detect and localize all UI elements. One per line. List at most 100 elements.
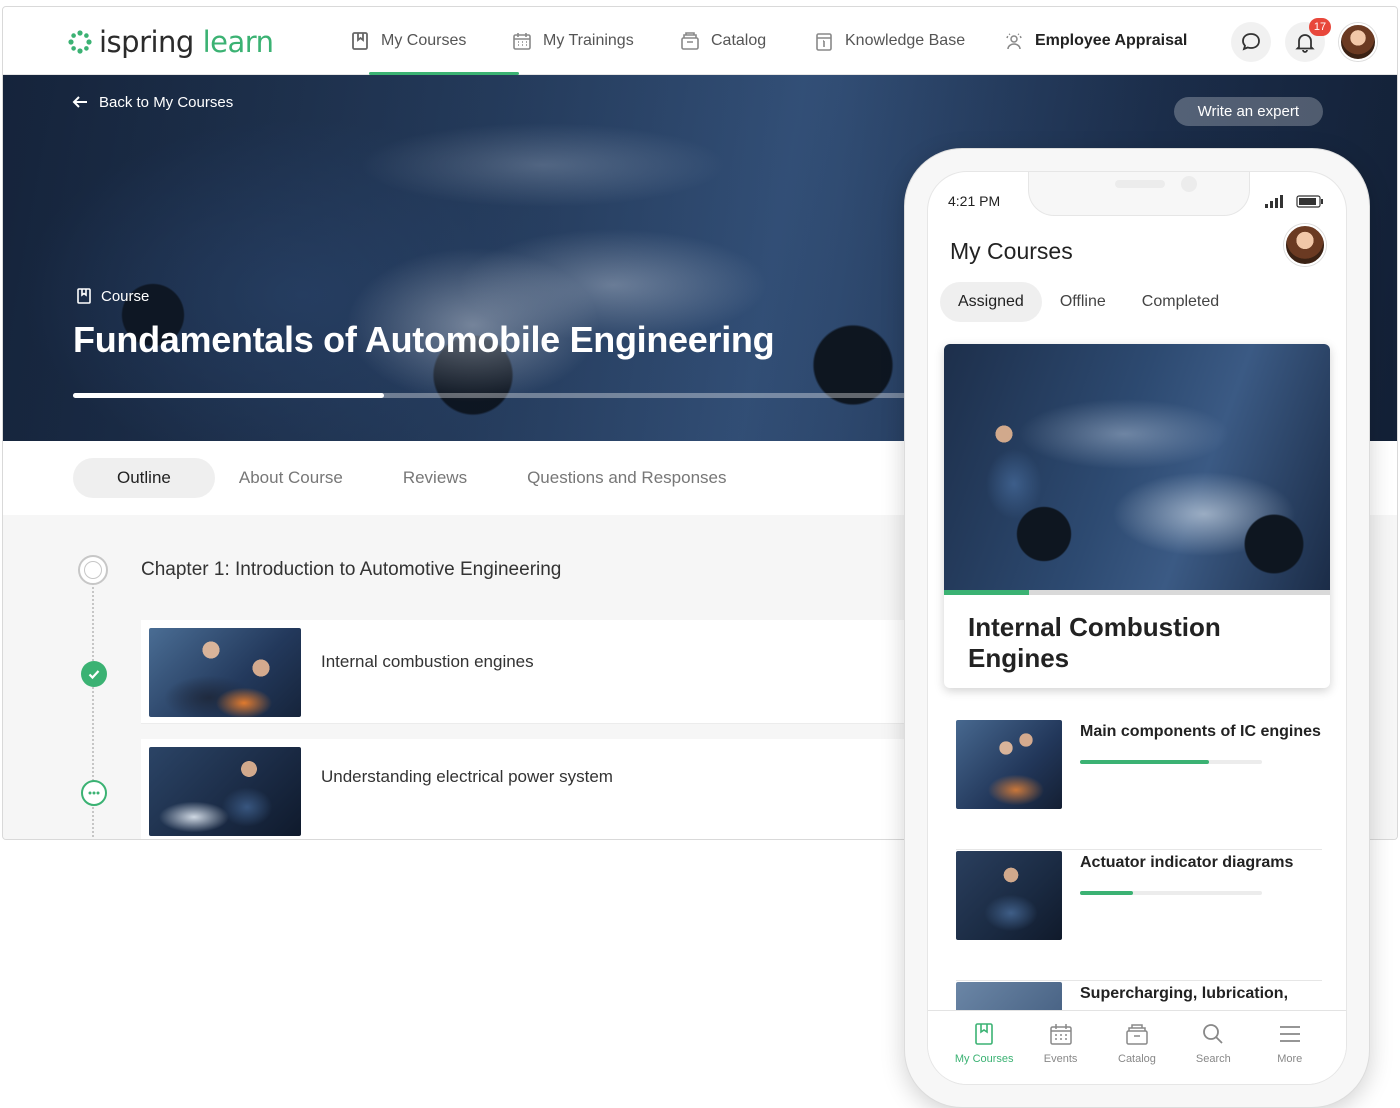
phone-page-title: My Courses	[950, 238, 1073, 264]
nav-label: My Courses	[381, 32, 467, 49]
bottom-nav-label: Search	[1195, 1053, 1231, 1065]
search-icon	[1203, 1024, 1223, 1044]
bottom-nav-events[interactable]: Events	[1026, 1011, 1096, 1084]
book-icon	[77, 288, 91, 304]
phone-notch	[1028, 172, 1250, 216]
signal-icon	[1265, 195, 1283, 208]
lesson-title: Understanding electrical power system	[321, 767, 613, 786]
tab-outline[interactable]: Outline	[73, 458, 215, 498]
back-link-label: Back to My Courses	[99, 93, 234, 111]
nav-my-courses[interactable]: My Courses	[349, 7, 519, 75]
nav-label: Employee Appraisal	[1035, 32, 1188, 49]
status-bar-time: 4:21 PM	[948, 193, 1001, 209]
bottom-nav-label: More	[1277, 1053, 1303, 1065]
bottom-nav-my-courses[interactable]: My Courses	[949, 1011, 1019, 1084]
chat-bubble-icon	[1242, 33, 1260, 51]
course-progress-bar	[73, 393, 913, 398]
nav-catalog[interactable]: Catalog	[679, 7, 813, 75]
catalog-icon	[681, 32, 699, 50]
notifications-button[interactable]: 17	[1285, 18, 1331, 62]
phone-tab-assigned[interactable]: Assigned	[940, 282, 1042, 322]
chapter-title: Chapter 1: Introduction to Automotive En…	[141, 559, 562, 580]
mobile-phone-mockup: 4:21 PM My Courses Assigned Offline Comp…	[904, 148, 1370, 1108]
menu-icon	[1279, 1026, 1300, 1042]
lesson-thumbnail	[149, 747, 301, 836]
list-item-thumbnail	[956, 720, 1062, 809]
featured-progress-fill	[944, 590, 1029, 595]
list-item-progress-bar	[1080, 891, 1262, 895]
main-nav: My Courses My Trainings Catalog Knowledg…	[349, 7, 1203, 75]
logo-text: ispring learn	[99, 25, 274, 59]
nav-employee-appraisal[interactable]: Employee Appraisal	[1003, 7, 1203, 75]
list-item-progress-bar	[1080, 760, 1262, 764]
appraisal-icon	[1006, 33, 1022, 50]
lesson-title: Internal combustion engines	[321, 652, 534, 671]
list-item-thumbnail	[956, 851, 1062, 940]
book-icon	[352, 32, 368, 50]
featured-progress-bar	[944, 590, 1330, 595]
calendar-icon	[513, 33, 531, 50]
status-bar-icons	[1264, 194, 1324, 208]
chapter-status-ring	[78, 555, 108, 585]
phone-screen: 4:21 PM My Courses Assigned Offline Comp…	[927, 171, 1347, 1085]
tab-questions-and-responses[interactable]: Questions and Responses	[503, 458, 750, 498]
featured-course-image	[944, 344, 1330, 590]
completed-check-icon	[81, 661, 107, 687]
nav-label: Catalog	[711, 32, 767, 49]
list-item[interactable]: Actuator indicator diagrams	[956, 851, 1322, 981]
bottom-nav-catalog[interactable]: Catalog	[1102, 1011, 1172, 1084]
write-an-expert-button[interactable]: Write an expert	[1173, 97, 1323, 126]
chat-button[interactable]	[1231, 22, 1271, 62]
nav-my-trainings[interactable]: My Trainings	[511, 7, 679, 75]
bottom-nav-label: Catalog	[1118, 1053, 1156, 1065]
arrow-left-icon	[72, 96, 87, 108]
featured-course-card[interactable]: Internal Combustion Engines	[944, 344, 1330, 688]
camera	[1181, 176, 1197, 192]
tab-reviews[interactable]: Reviews	[367, 458, 503, 498]
nav-label: Knowledge Base	[845, 32, 966, 49]
ispring-learn-logo[interactable]: ispring learn	[67, 25, 274, 59]
notification-count-badge: 17	[1309, 18, 1331, 36]
back-to-courses-link[interactable]: Back to My Courses	[71, 93, 233, 111]
lesson-item[interactable]: Internal combustion engines	[141, 620, 921, 724]
logo-mark-icon	[68, 30, 92, 54]
bottom-nav-label: Events	[1043, 1053, 1078, 1065]
tab-about-course[interactable]: About Course	[215, 458, 367, 498]
book-icon	[975, 1023, 993, 1045]
bottom-nav-label: My Courses	[954, 1053, 1014, 1065]
phone-tabs: Assigned Offline Completed	[940, 282, 1237, 322]
bottom-nav-search[interactable]: Search	[1178, 1011, 1248, 1084]
logo-text-learn: learn	[202, 25, 274, 59]
catalog-icon	[1126, 1024, 1148, 1045]
battery-icon	[1296, 194, 1323, 208]
list-item[interactable]: Main components of IC engines	[956, 720, 1322, 850]
list-item-title: Actuator indicator diagrams	[1080, 854, 1294, 871]
course-tabs: Outline About Course Reviews Questions a…	[73, 458, 750, 498]
lesson-thumbnail	[149, 628, 301, 717]
course-type-tag: Course	[75, 287, 149, 305]
in-progress-dots-icon	[81, 780, 107, 806]
course-progress-fill	[73, 393, 384, 398]
knowledge-base-icon	[816, 33, 832, 51]
top-right-actions: 17	[1231, 18, 1377, 62]
phone-bottom-nav: My Courses Events Catalog Search More	[928, 1010, 1346, 1084]
bottom-nav-more[interactable]: More	[1255, 1011, 1325, 1084]
list-item-title: Main components of IC engines	[1080, 723, 1321, 740]
top-navigation-bar: ispring learn My Courses My Trainings Ca…	[3, 7, 1397, 75]
phone-user-avatar[interactable]	[1284, 224, 1326, 266]
nav-label: My Trainings	[543, 32, 634, 49]
logo-text-ispring: ispring	[99, 25, 194, 59]
calendar-icon	[1049, 1024, 1072, 1045]
course-tag-label: Course	[101, 287, 150, 305]
featured-course-title: Internal Combustion Engines	[968, 612, 1221, 673]
phone-tab-completed[interactable]: Completed	[1124, 282, 1237, 322]
list-item-progress-fill	[1080, 760, 1210, 764]
lesson-item[interactable]: Understanding electrical power system	[141, 739, 921, 839]
course-title: Fundamentals of Automobile Engineering	[73, 319, 775, 360]
list-item-progress-fill	[1080, 891, 1133, 895]
phone-tab-offline[interactable]: Offline	[1042, 282, 1124, 322]
list-item-title: Supercharging, lubrication,	[1080, 985, 1289, 1002]
user-avatar[interactable]	[1339, 23, 1377, 61]
nav-knowledge-base[interactable]: Knowledge Base	[813, 7, 1003, 75]
speaker	[1115, 180, 1165, 188]
